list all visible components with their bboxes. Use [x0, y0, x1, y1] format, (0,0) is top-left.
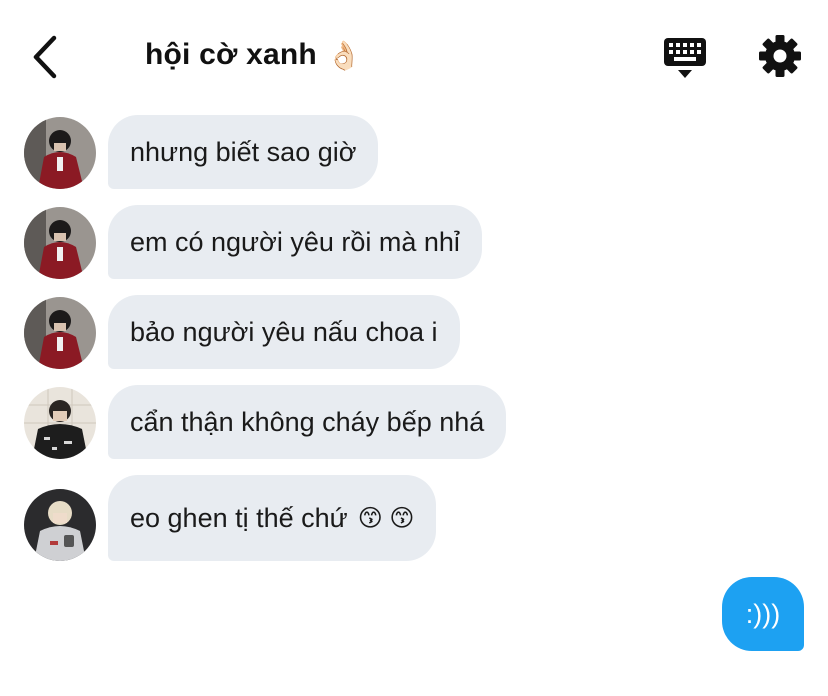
avatar-black-jacket-image: [24, 387, 96, 459]
message-bubble[interactable]: eo ghen tị thế chứ 😙 😙: [108, 475, 437, 561]
message-text: nhưng biết sao giờ: [130, 136, 357, 167]
chat-title-text: hội cờ xanh: [145, 38, 317, 71]
keyboard-icon: [664, 38, 706, 78]
message-text: cẩn thận không cháy bếp nhá: [130, 406, 485, 437]
message-bubble[interactable]: nhưng biết sao giờ: [108, 115, 379, 189]
avatar[interactable]: [24, 117, 96, 189]
message-bubble[interactable]: cẩn thận không cháy bếp nhá: [108, 385, 507, 459]
chevron-left-icon: [33, 35, 57, 79]
chat-header: hội cờ xanh 👌🏻: [0, 0, 828, 110]
avatar[interactable]: [24, 489, 96, 561]
message-text: em có người yêu rồi mà nhỉ: [130, 226, 460, 257]
avatar-red-jacket-image: [24, 117, 96, 189]
message-text: bảo người yêu nấu choa i: [130, 316, 438, 347]
avatar-red-jacket-image: [24, 207, 96, 279]
keyboard-button[interactable]: [662, 36, 708, 80]
gear-icon: [759, 35, 801, 77]
kissing-emoji: 😙 😙: [357, 504, 415, 532]
avatar-grey-hoodie-image: [24, 489, 96, 561]
outgoing-message-bubble[interactable]: :))): [722, 577, 804, 651]
avatar-red-jacket-image: [24, 297, 96, 369]
settings-button[interactable]: [758, 34, 802, 78]
avatar[interactable]: [24, 387, 96, 459]
message-text: eo ghen tị thế chứ: [130, 502, 348, 533]
avatar[interactable]: [24, 207, 96, 279]
message-bubble[interactable]: bảo người yêu nấu choa i: [108, 295, 460, 369]
message-bubble[interactable]: em có người yêu rồi mà nhỉ: [108, 205, 482, 279]
avatar[interactable]: [24, 297, 96, 369]
chat-title[interactable]: hội cờ xanh 👌🏻: [145, 38, 362, 72]
outgoing-message-text: :))): [745, 598, 781, 629]
ok-hand-emoji: 👌🏻: [326, 39, 362, 71]
back-button[interactable]: [28, 34, 68, 80]
